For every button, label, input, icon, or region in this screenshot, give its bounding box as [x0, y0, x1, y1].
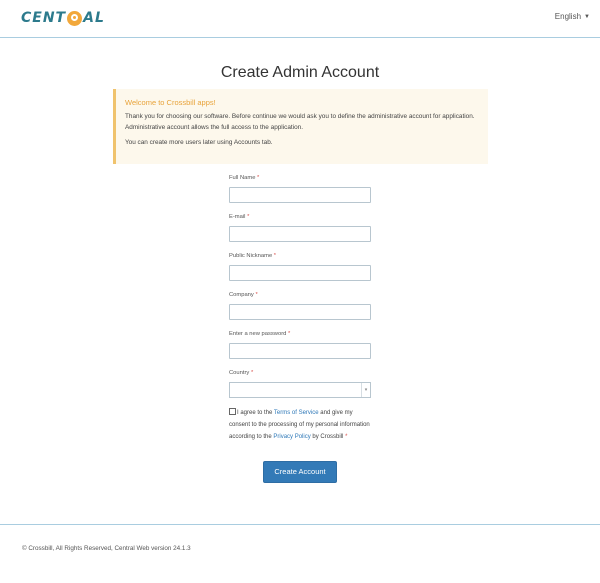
nickname-input[interactable]: [229, 265, 371, 281]
alert-hint: You can create more users later using Ac…: [125, 139, 273, 146]
full-name-input[interactable]: [229, 187, 371, 203]
welcome-alert: Welcome to Crossbill apps! Thank you for…: [113, 89, 488, 164]
company-input[interactable]: [229, 304, 371, 320]
nickname-label: Public Nickname *: [229, 253, 277, 259]
consent-text-1: I agree to the: [237, 410, 274, 416]
company-label: Company *: [229, 292, 258, 298]
password-group: Enter a new password *: [229, 331, 371, 359]
top-header: CENT AL English ▼: [0, 0, 600, 38]
nickname-group: Public Nickname *: [229, 253, 371, 281]
password-label: Enter a new password *: [229, 331, 291, 337]
language-label: English: [554, 12, 582, 21]
email-group: E-mail *: [229, 214, 371, 242]
terms-of-service-link[interactable]: Terms of Service: [274, 410, 319, 416]
consent-block: I agree to the Terms of Service and give…: [229, 407, 374, 444]
language-selector[interactable]: English ▼: [555, 12, 590, 21]
country-selected-value: [230, 383, 370, 397]
email-input[interactable]: [229, 226, 371, 242]
chevron-down-icon[interactable]: ▾: [361, 383, 370, 397]
alert-message: Thank you for choosing our software. Bef…: [125, 113, 475, 131]
country-select[interactable]: ▾: [229, 382, 371, 398]
full-name-group: Full Name *: [229, 175, 371, 203]
agree-checkbox[interactable]: [229, 408, 236, 415]
page-footer: © Crossbill, All Rights Reserved, Centra…: [0, 524, 600, 583]
logo-text-start: CENT: [21, 10, 67, 26]
alert-title: Welcome to Crossbill apps!: [125, 98, 216, 107]
email-label: E-mail *: [229, 214, 250, 220]
central-logo[interactable]: CENT AL: [21, 9, 105, 27]
caret-down-icon: ▼: [584, 13, 590, 20]
consent-required-mark: *: [345, 434, 348, 441]
page-title: Create Admin Account: [220, 64, 380, 81]
logo-text-end: AL: [83, 10, 105, 26]
country-label: Country *: [229, 370, 254, 376]
logo-mark-icon: [67, 10, 83, 26]
country-group: Country * ▾: [229, 370, 371, 398]
company-group: Company *: [229, 292, 371, 320]
password-input[interactable]: [229, 343, 371, 359]
full-name-label: Full Name *: [229, 175, 260, 181]
create-account-button[interactable]: Create Account: [263, 461, 337, 483]
consent-text-3: by Crossbill: [310, 434, 344, 441]
privacy-policy-link[interactable]: Privacy Policy: [273, 434, 310, 440]
footer-copyright: © Crossbill, All Rights Reserved, Centra…: [22, 545, 191, 552]
